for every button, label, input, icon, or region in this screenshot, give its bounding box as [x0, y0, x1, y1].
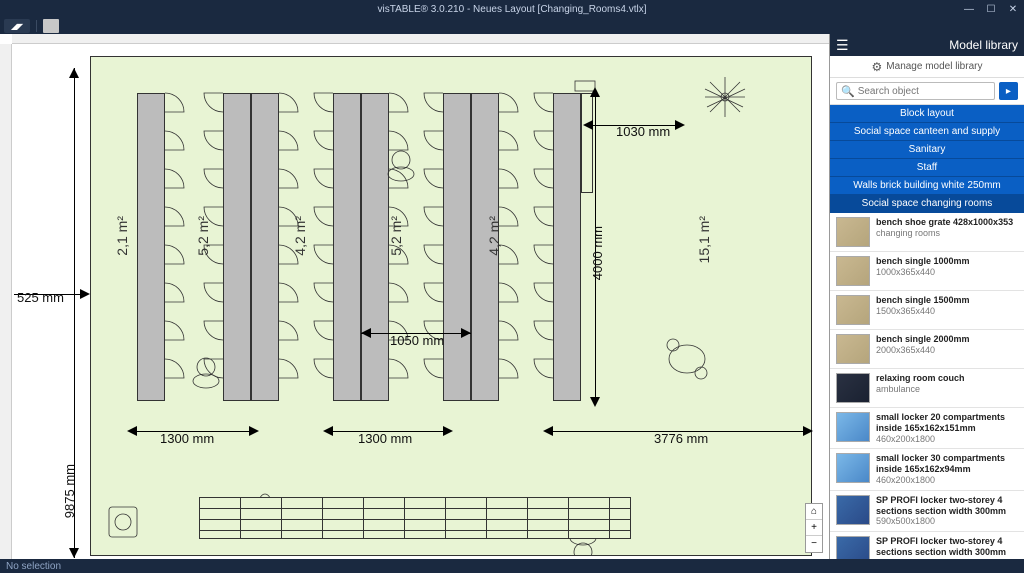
dimension-label: 1300 mm — [358, 431, 412, 446]
category-staff[interactable]: Staff — [830, 159, 1024, 177]
library-item[interactable]: bench single 1500mm1500x365x440 — [830, 291, 1024, 330]
item-thumbnail — [836, 453, 870, 483]
item-name: small locker 30 compartments inside 165x… — [876, 453, 1018, 475]
item-thumbnail — [836, 217, 870, 247]
zoom-out[interactable]: − — [806, 536, 822, 552]
item-thumbnail — [836, 295, 870, 325]
library-item[interactable]: SP PROFI locker two-storey 4 sections se… — [830, 532, 1024, 559]
item-thumbnail — [836, 536, 870, 559]
item-thumbnail — [836, 495, 870, 525]
library-item[interactable]: SP PROFI locker two-storey 4 sections se… — [830, 491, 1024, 532]
panel-title: Model library — [855, 38, 1018, 52]
close-button[interactable]: ✕ — [1002, 0, 1024, 18]
library-item[interactable]: bench single 2000mm2000x365x440 — [830, 330, 1024, 369]
app-logo[interactable]: ◢◤ — [4, 19, 30, 33]
area-label: 4,2 m² — [292, 216, 308, 256]
item-subtitle: 590x500x1800 — [876, 516, 1018, 527]
area-label: 15,1 m² — [696, 216, 712, 263]
dimension-label: 1050 mm — [390, 333, 444, 348]
minimize-button[interactable]: — — [958, 0, 980, 18]
area-label: 2,1 m² — [114, 216, 130, 256]
manage-library-link[interactable]: Manage model library — [886, 61, 982, 72]
item-subtitle: 460x200x1800 — [876, 475, 1018, 486]
dimension-label: 4000 mm — [590, 226, 605, 280]
gear-icon[interactable]: ⚙ — [872, 60, 883, 74]
area-label: 4,2 m² — [486, 216, 502, 256]
ruler-horizontal — [12, 34, 829, 44]
canvas-area[interactable]: 2,1 m² 5,2 m² 4,2 m² 5,2 m² 4,2 m² 15,1 m² 52… — [0, 34, 829, 559]
category-social-space-canteen-and-supply[interactable]: Social space canteen and supply — [830, 123, 1024, 141]
library-list[interactable]: bench shoe grate 428x1000x353changing ro… — [830, 213, 1024, 559]
menu-icon[interactable]: ☰ — [836, 37, 849, 54]
toolbar: ◢◤ — [0, 18, 1024, 34]
library-item[interactable]: relaxing room couchambulance — [830, 369, 1024, 408]
model-library-panel: ☰ Model library ⚙ Manage model library 🔍… — [829, 34, 1024, 559]
item-name: SP PROFI locker two-storey 4 sections se… — [876, 536, 1018, 559]
item-thumbnail — [836, 373, 870, 403]
category-walls-brick-building-white-250mm[interactable]: Walls brick building white 250mm — [830, 177, 1024, 195]
dimension-label: 3776 mm — [654, 431, 708, 446]
status-bar: No selection — [0, 559, 1024, 573]
item-subtitle: changing rooms — [876, 228, 1018, 239]
item-subtitle: ambulance — [876, 384, 1018, 395]
area-label: 5,2 m² — [388, 216, 404, 256]
dimension-label: 1030 mm — [616, 124, 670, 139]
dimension-label: 9875 mm — [62, 464, 77, 518]
item-subtitle: 1000x365x440 — [876, 267, 1018, 278]
library-item[interactable]: small locker 20 compartments inside 165x… — [830, 408, 1024, 449]
status-text: No selection — [6, 561, 61, 572]
library-item[interactable]: bench single 1000mm1000x365x440 — [830, 252, 1024, 291]
search-input[interactable] — [858, 86, 990, 97]
item-subtitle: 460x200x1800 — [876, 434, 1018, 445]
area-label: 5,2 m² — [195, 216, 211, 256]
item-name: bench single 2000mm — [876, 334, 1018, 345]
search-icon: 🔍 — [841, 85, 855, 98]
item-subtitle: 2000x365x440 — [876, 345, 1018, 356]
item-thumbnail — [836, 334, 870, 364]
ruler-vertical — [0, 44, 12, 559]
window-title: visTABLE® 3.0.210 - Neues Layout [Changi… — [378, 4, 647, 15]
library-item[interactable]: bench shoe grate 428x1000x353changing ro… — [830, 213, 1024, 252]
item-name: bench single 1500mm — [876, 295, 1018, 306]
category-social-space-changing-rooms[interactable]: Social space changing rooms — [830, 195, 1024, 213]
search-button[interactable]: ▸ — [999, 82, 1018, 100]
item-thumbnail — [836, 412, 870, 442]
category-block-layout[interactable]: Block layout — [830, 105, 1024, 123]
item-name: bench single 1000mm — [876, 256, 1018, 267]
dimension-label: 1300 mm — [160, 431, 214, 446]
dimension-label: 525 mm — [17, 290, 64, 305]
tool-button[interactable] — [43, 19, 59, 33]
maximize-button[interactable]: ☐ — [980, 0, 1002, 18]
title-bar: visTABLE® 3.0.210 - Neues Layout [Changi… — [0, 0, 1024, 18]
item-name: small locker 20 compartments inside 165x… — [876, 412, 1018, 434]
category-sanitary[interactable]: Sanitary — [830, 141, 1024, 159]
zoom-in[interactable]: + — [806, 520, 822, 536]
item-name: bench shoe grate 428x1000x353 — [876, 217, 1018, 228]
item-thumbnail — [836, 256, 870, 286]
nav-home[interactable]: ⌂ — [806, 504, 822, 520]
floor-plan[interactable] — [90, 56, 812, 556]
item-subtitle: 1500x365x440 — [876, 306, 1018, 317]
library-item[interactable]: small locker 30 compartments inside 165x… — [830, 449, 1024, 490]
item-name: SP PROFI locker two-storey 4 sections se… — [876, 495, 1018, 517]
zoom-navigator[interactable]: ⌂ + − — [805, 503, 823, 553]
item-name: relaxing room couch — [876, 373, 1018, 384]
